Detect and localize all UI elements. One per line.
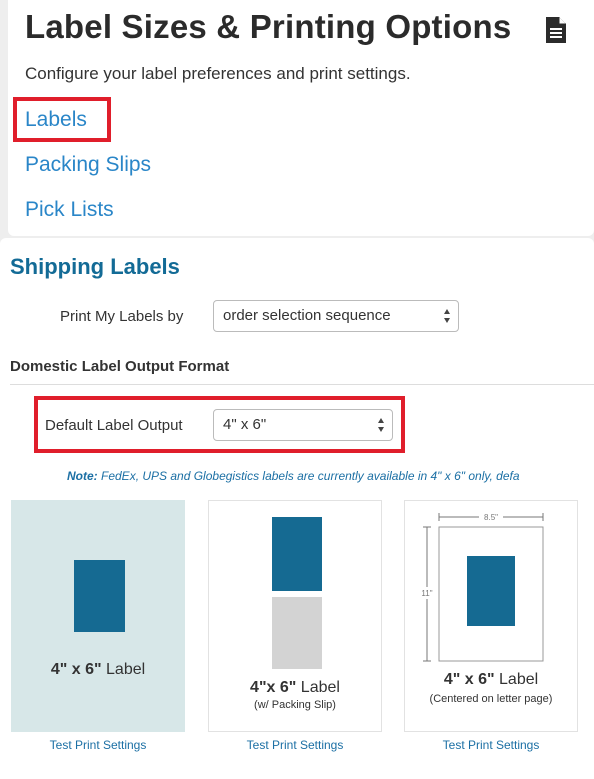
nav-link-pick-lists[interactable]: Pick Lists <box>25 198 114 222</box>
test-print-link[interactable]: Test Print Settings <box>208 738 382 752</box>
option-4x6-centered-letter[interactable]: 8.5" 11" 4" x 6" Label (Centered on lett… <box>404 500 578 732</box>
print-by-select[interactable]: order selection sequence <box>213 300 459 332</box>
labels-highlight-box <box>13 97 111 142</box>
header-card: Label Sizes & Printing Options Configure… <box>8 0 594 236</box>
test-print-link[interactable]: Test Print Settings <box>404 738 578 752</box>
divider <box>10 384 594 385</box>
document-icon <box>546 17 566 43</box>
note-text: FedEx, UPS and Globegistics labels are c… <box>97 469 520 483</box>
format-note: Note: FedEx, UPS and Globegistics labels… <box>67 469 520 483</box>
option-title: 4" x 6" Label <box>50 661 146 678</box>
select-arrows-icon <box>444 309 450 323</box>
letter-page-icon: 8.5" 11" <box>420 512 544 662</box>
print-by-value: order selection sequence <box>223 307 391 324</box>
page-subtitle: Configure your label preferences and pri… <box>25 64 411 83</box>
label-with-slip-icon <box>272 517 322 669</box>
option-title: 4"x 6" Label <box>250 679 340 696</box>
width-dimension: 8.5" <box>484 513 498 522</box>
note-prefix: Note: <box>67 469 98 483</box>
option-subtitle: (w/ Packing Slip) <box>254 699 336 711</box>
section-title: Shipping Labels <box>10 254 180 279</box>
label-sheet-icon <box>74 560 125 632</box>
option-4x6-label[interactable]: 4" x 6" Label <box>11 500 185 732</box>
option-subtitle: (Centered on letter page) <box>429 693 553 705</box>
option-4x6-with-packing-slip[interactable]: 4"x 6" Label (w/ Packing Slip) <box>208 500 382 732</box>
shipping-labels-card: Shipping Labels Print My Labels by order… <box>0 238 594 779</box>
nav-link-packing-slips[interactable]: Packing Slips <box>25 153 151 177</box>
page-title: Label Sizes & Printing Options <box>25 8 512 45</box>
height-dimension: 11" <box>421 589 432 598</box>
domestic-format-heading: Domestic Label Output Format <box>10 358 230 375</box>
default-output-highlight-box <box>34 396 405 453</box>
option-title: 4" x 6" Label <box>443 671 539 688</box>
print-by-label: Print My Labels by <box>60 308 184 325</box>
test-print-link[interactable]: Test Print Settings <box>11 738 185 752</box>
